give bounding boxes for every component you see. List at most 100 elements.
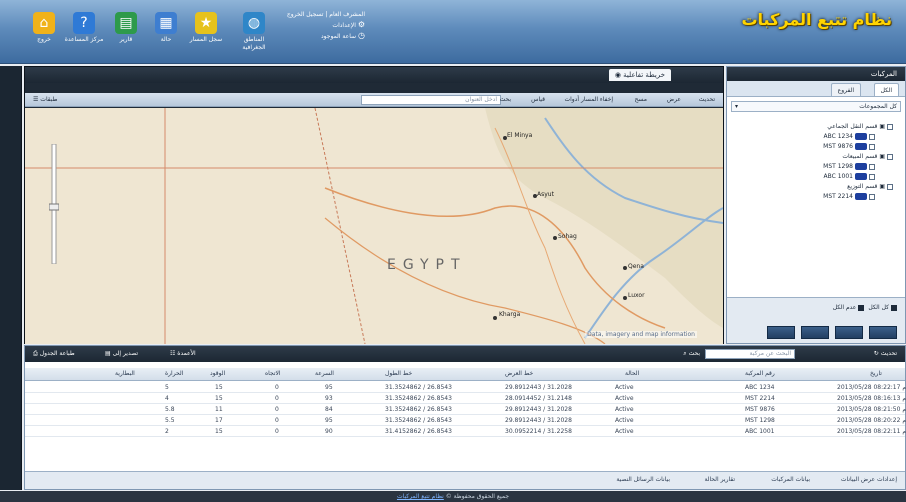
table-cell: 31.3524862 / 26.8543 xyxy=(385,417,452,424)
folder-icon: ▣ xyxy=(877,153,885,160)
table-row[interactable]: 2013/05/28 08:22:17 م ABC 1234 Active 29.89… xyxy=(25,382,906,393)
grid-column-header[interactable]: خط العرض xyxy=(505,370,533,377)
toolbar-button-5[interactable]: ★ سجل المسار xyxy=(184,12,228,44)
map-city-label: El Minya xyxy=(507,132,533,139)
map-tool-button-5[interactable]: أدوات xyxy=(564,95,579,105)
table-cell: 15 xyxy=(215,384,223,391)
grid-column-header[interactable]: تاريخ xyxy=(870,370,882,377)
tab-interactive-map[interactable]: ◉ خريطة تفاعلية xyxy=(608,69,671,81)
toolbar-button-4[interactable]: ▦ حالة xyxy=(144,12,188,44)
map-panel: ◉ خريطة تفاعلية ☰ طبقات ادخل العنوان تحد… xyxy=(24,66,724,344)
table-cell: 31.3524862 / 26.8543 xyxy=(385,406,452,413)
settings-icon: ⚙ xyxy=(357,20,365,29)
grid-print-button[interactable]: ⎙ طباعة الجدول xyxy=(33,349,75,359)
table-row[interactable]: 2013/05/28 08:21:50 م MST 9876 Active 29.89… xyxy=(25,404,906,415)
map-tool-button-2[interactable]: عرض xyxy=(667,95,681,105)
map-tool-button-7[interactable]: بحث xyxy=(500,95,511,105)
grid-export-button[interactable]: ▤ تصدير إلى xyxy=(105,349,138,359)
table-cell: 29.8912443 / 31.2028 xyxy=(505,406,572,413)
zoom-slider[interactable] xyxy=(48,143,60,265)
grid-column-header[interactable]: رقم المركبة xyxy=(745,370,775,377)
status-icon: ▦ xyxy=(155,12,177,34)
panel-action-button[interactable] xyxy=(869,326,897,339)
tree-checkbox[interactable] xyxy=(869,133,875,140)
table-row[interactable]: 2013/05/28 08:16:13 م MST 2214 Active 28.09… xyxy=(25,393,906,404)
map-panel-header: ◉ خريطة تفاعلية xyxy=(25,67,723,83)
footer-tab-3[interactable]: تقارير الحالة xyxy=(704,476,735,483)
grid-column-header[interactable]: البطارية xyxy=(115,370,135,377)
table-cell: 0 xyxy=(275,406,279,413)
table-cell: 2 xyxy=(165,428,169,435)
map-tool-button-4[interactable]: إخفاء المسار xyxy=(581,95,613,105)
footer-link[interactable]: نظام تتبع المركبات xyxy=(397,493,444,500)
footer-tab-2[interactable]: بيانات المركبات xyxy=(771,476,810,483)
layers-button[interactable]: ☰ طبقات xyxy=(33,95,57,105)
tab-branches[interactable]: الفروع xyxy=(830,83,861,96)
table-cell: 29.8912443 / 31.2028 xyxy=(505,417,572,424)
toolbar-button-label: خروج xyxy=(37,36,51,43)
tree-vehicle[interactable]: MST 2214 xyxy=(731,192,897,202)
tree-group[interactable]: ▣ قسم التوزيع xyxy=(731,182,897,192)
table-cell: 4 xyxy=(165,395,169,402)
map-tool-button-6[interactable]: قياس xyxy=(531,95,545,105)
tree-vehicle[interactable]: ABC 1234 xyxy=(731,132,897,142)
group-select[interactable]: كل المجموعات ▾ xyxy=(731,101,901,112)
tree-checkbox[interactable] xyxy=(887,183,893,190)
grid-column-header[interactable]: الوقود xyxy=(210,370,225,377)
tree-checkbox[interactable] xyxy=(887,123,893,130)
tree-checkbox[interactable] xyxy=(869,163,875,170)
toolbar-button-label: قارير xyxy=(119,36,133,43)
tree-label: ABC 1001 xyxy=(823,173,853,180)
footer-tab-1[interactable]: إعدادات عرض البيانات xyxy=(841,476,897,483)
tree-checkbox[interactable] xyxy=(869,143,875,150)
tree-checkbox[interactable] xyxy=(869,193,875,200)
map-city-label: Asyut xyxy=(537,191,554,198)
panel-action-button[interactable] xyxy=(835,326,863,339)
left-collapse-strip[interactable] xyxy=(0,66,22,490)
tree-vehicle[interactable]: MST 9876 xyxy=(731,142,897,152)
table-cell: 0 xyxy=(275,384,279,391)
map-address-input[interactable]: ادخل العنوان xyxy=(361,95,501,105)
toolbar-button-3[interactable]: ▤ قارير xyxy=(104,12,148,44)
map-graphic xyxy=(25,108,723,344)
map-tool-button-1[interactable]: تحديث xyxy=(699,95,715,105)
tree-vehicle[interactable]: ABC 1001 xyxy=(731,172,897,182)
app-window: نظام تتبع المركبات المشرف العام | تسجيل … xyxy=(0,0,906,502)
grid-column-header[interactable]: خط الطول xyxy=(385,370,412,377)
grid-column-header[interactable]: الاتجاه xyxy=(265,370,281,377)
grid-refresh-button[interactable]: ↻ تحديث xyxy=(874,349,897,359)
tree-checkbox[interactable] xyxy=(869,173,875,180)
grid-column-header[interactable]: السرعة xyxy=(315,370,334,377)
grid-search-input[interactable]: البحث عن مركبة xyxy=(705,349,795,359)
user-logout-link[interactable]: المشرف العام | تسجيل الخروج xyxy=(285,10,365,20)
tree-group[interactable]: ▣ قسم النقل الجماعي xyxy=(731,122,897,132)
panel-action-button[interactable] xyxy=(801,326,829,339)
toolbar-button-6[interactable]: ◍ المناطق الجغرافية xyxy=(232,12,276,52)
footer-tab-4[interactable]: بيانات الرسائل النصية xyxy=(616,476,670,483)
table-row[interactable]: 2013/05/28 08:20:22 م MST 1298 Active 29.89… xyxy=(25,415,906,426)
star-icon: ★ xyxy=(195,12,217,34)
toolbar-button-1[interactable]: ⌂ خروج xyxy=(22,12,66,44)
tab-all[interactable]: الكل xyxy=(873,83,899,96)
tree-group[interactable]: ▣ قسم المبيعات xyxy=(731,152,897,162)
table-cell: 5.8 xyxy=(165,406,175,413)
tree-label: قسم التوزيع xyxy=(847,183,878,190)
settings-link[interactable]: ⚙ الإعدادات xyxy=(285,20,365,31)
map-country-label: EGYPT xyxy=(387,257,467,273)
deselect-all-checkbox[interactable] xyxy=(858,304,865,311)
grid-columns-button[interactable]: ☷ الأعمدة xyxy=(170,349,196,359)
toolbar-button-label: مركز المساعدة xyxy=(64,36,104,43)
clock-link[interactable]: ◷ ساعة الموجود xyxy=(285,31,365,42)
report-icon: ▤ xyxy=(115,12,137,34)
tree-checkbox[interactable] xyxy=(887,153,893,160)
map-tool-button-3[interactable]: مسح xyxy=(635,95,647,105)
panel-action-button[interactable] xyxy=(767,326,795,339)
grid-search-button[interactable]: ⌕ بحث xyxy=(683,349,700,359)
grid-column-header[interactable]: الحرارة xyxy=(165,370,183,377)
toolbar-button-2[interactable]: ? مركز المساعدة xyxy=(62,12,106,44)
tree-vehicle[interactable]: MST 1298 xyxy=(731,162,897,172)
map-canvas[interactable]: EGYPT El Minya Asyut Sohag Qena Luxor Kh… xyxy=(25,108,723,344)
table-row[interactable]: 2013/05/28 08:22:11 م ABC 1001 Active 30.09… xyxy=(25,426,906,437)
select-all-checkbox[interactable] xyxy=(891,304,897,311)
grid-column-header[interactable]: الحالة xyxy=(625,370,639,377)
